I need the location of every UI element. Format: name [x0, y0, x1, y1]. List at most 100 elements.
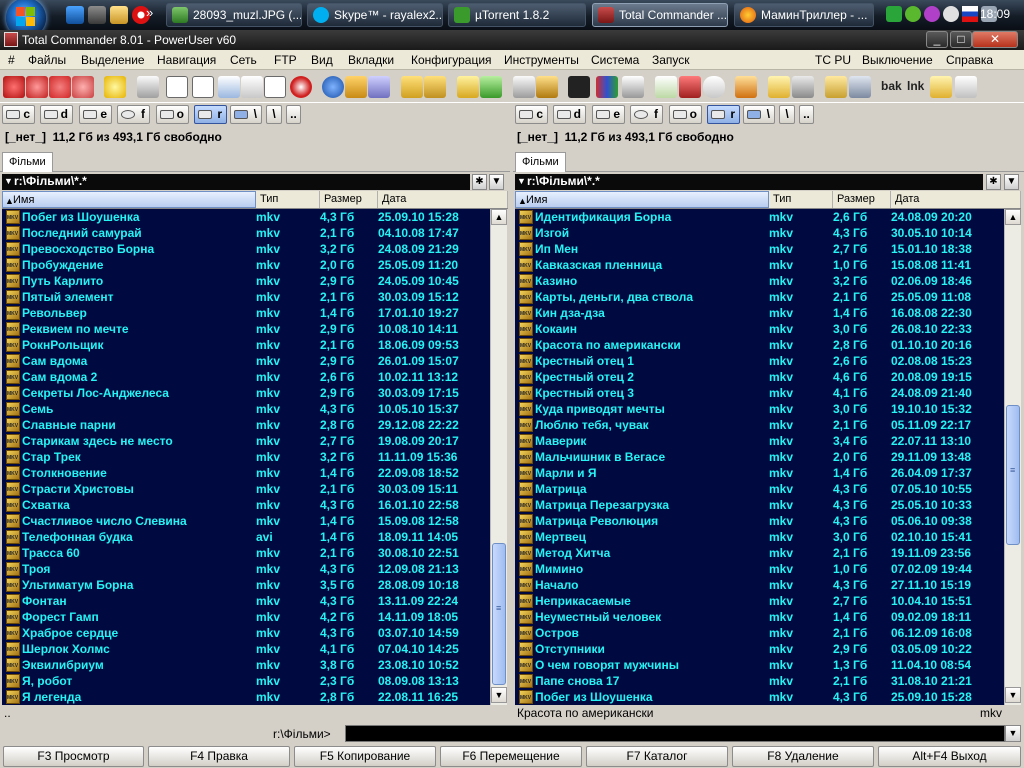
- file-row[interactable]: Трасса 60 mkv 2,1 Гб 30.08.10 22:51: [2, 545, 490, 561]
- tray-shield-icon[interactable]: [924, 6, 940, 22]
- file-row[interactable]: Ип Мен mkv 2,7 Гб 15.01.10 18:38: [515, 241, 1004, 257]
- file-row[interactable]: Я легенда mkv 2,8 Гб 22.08.11 16:25: [2, 689, 490, 705]
- menu-item-tabs[interactable]: Вкладки: [348, 53, 394, 67]
- drive-button-c[interactable]: c: [515, 105, 548, 124]
- drive-button-r[interactable]: r: [707, 105, 740, 124]
- file-row[interactable]: Путь Карлито mkv 2,9 Гб 24.05.09 10:45: [2, 273, 490, 289]
- file-row[interactable]: Люблю тебя, чувак mkv 2,1 Гб 05.11.09 22:17: [515, 417, 1004, 433]
- ftp-icon[interactable]: [49, 76, 71, 98]
- left-col-date[interactable]: Дата: [378, 191, 508, 208]
- left-scrollbar[interactable]: ▲ ≡ ▼: [490, 209, 507, 705]
- left-file-list[interactable]: Побег из Шоушенка mkv 4,3 Гб 25.09.10 15:28…: [2, 209, 490, 705]
- file-row[interactable]: Куда приводят мечты mkv 3,0 Гб 19.10.10 15:…: [515, 401, 1004, 417]
- file-row[interactable]: Реквием по мечте mkv 2,9 Гб 10.08.10 14:11: [2, 321, 490, 337]
- drive-button-r[interactable]: r: [194, 105, 227, 124]
- right-col-size[interactable]: Размер: [833, 191, 891, 208]
- recycle-icon[interactable]: [480, 76, 502, 98]
- network-icon[interactable]: [26, 76, 48, 98]
- backup-button[interactable]: bak: [881, 79, 902, 93]
- file-row[interactable]: Револьвер mkv 1,4 Гб 17.01.10 19:27: [2, 305, 490, 321]
- folder-icon[interactable]: [110, 6, 128, 24]
- total-commander-icon[interactable]: [4, 32, 18, 47]
- menu-item-shutdown[interactable]: Выключение: [862, 53, 933, 67]
- left-col-size[interactable]: Размер: [320, 191, 378, 208]
- left-path-bar[interactable]: ▼ r:\Фільми\*.*: [2, 174, 470, 190]
- file-row[interactable]: Сам вдома 2 mkv 2,6 Гб 10.02.11 13:12: [2, 369, 490, 385]
- file-row[interactable]: Ультиматум Борна mkv 3,5 Гб 28.08.09 10:18: [2, 577, 490, 593]
- tray-app-icon[interactable]: [886, 6, 902, 22]
- favorites-star-icon[interactable]: [104, 76, 126, 98]
- file-row[interactable]: Телефонная будка avi 1,4 Гб 18.09.11 14:05: [2, 529, 490, 545]
- right-col-name[interactable]: ▲ Имя: [515, 191, 769, 208]
- menu-item-network[interactable]: Сеть: [230, 53, 257, 67]
- add-file-icon[interactable]: [655, 76, 677, 98]
- drive-button-e[interactable]: e: [592, 105, 625, 124]
- file-row[interactable]: Мертвец mkv 3,0 Гб 02.10.10 15:41: [515, 529, 1004, 545]
- file-row[interactable]: Счастливое число Слевина mkv 1,4 Гб 15.09.0…: [2, 513, 490, 529]
- file-row[interactable]: Семь mkv 4,3 Гб 10.05.10 15:37: [2, 401, 490, 417]
- file-row[interactable]: Храброе сердце mkv 4,3 Гб 03.07.10 14:59: [2, 625, 490, 641]
- menu-item-selection[interactable]: Выделение: [81, 53, 145, 67]
- file-row[interactable]: Крестный отец 2 mkv 4,6 Гб 20.08.09 19:15: [515, 369, 1004, 385]
- file-row[interactable]: Идентификация Борна mkv 2,6 Гб 24.08.09 20:…: [515, 209, 1004, 225]
- file-row[interactable]: Кин дза-дза mkv 1,4 Гб 16.08.08 22:30: [515, 305, 1004, 321]
- brief-view-icon[interactable]: [137, 76, 159, 98]
- file-row[interactable]: Кокаин mkv 3,0 Гб 26.08.10 22:33: [515, 321, 1004, 337]
- left-tab-films[interactable]: Фільми: [2, 152, 53, 172]
- scroll-thumb[interactable]: ≡: [492, 543, 506, 685]
- menu-item-navigation[interactable]: Навигация: [157, 53, 216, 67]
- file-row[interactable]: Стар Трек mkv 3,2 Гб 11.11.09 15:36: [2, 449, 490, 465]
- tree-view-icon[interactable]: [218, 76, 240, 98]
- right-col-date[interactable]: Дата: [891, 191, 1021, 208]
- command-history-dropdown[interactable]: ▼: [1005, 725, 1021, 742]
- settings-icon[interactable]: [792, 76, 814, 98]
- scroll-up-button[interactable]: ▲: [1005, 209, 1021, 225]
- alt-f4-exit-button[interactable]: Alt+F4 Выход: [878, 746, 1021, 767]
- tray-check-icon[interactable]: [905, 6, 921, 22]
- file-row[interactable]: Кавказская пленница mkv 1,0 Гб 15.08.08 11:…: [515, 257, 1004, 273]
- right-history-button[interactable]: ▼: [1004, 174, 1019, 190]
- drive-button-f[interactable]: f: [630, 105, 663, 124]
- menu-item-launch[interactable]: Запуск: [652, 53, 690, 67]
- exe-filter-icon[interactable]: [241, 76, 263, 98]
- left-col-name[interactable]: ▲ Имя: [2, 191, 256, 208]
- root-button[interactable]: \: [779, 105, 795, 124]
- f8-delete-button[interactable]: F8 Удаление: [732, 746, 874, 767]
- unpack-icon[interactable]: [424, 76, 446, 98]
- parent-dir-button[interactable]: ..: [286, 105, 301, 124]
- file-row[interactable]: Марли и Я mkv 1,4 Гб 26.04.09 17:37: [515, 465, 1004, 481]
- connect-icon[interactable]: [72, 76, 94, 98]
- left-history-button[interactable]: ▼: [489, 174, 504, 190]
- file-row[interactable]: Изгой mkv 4,3 Гб 30.05.10 10:14: [515, 225, 1004, 241]
- thumbnails-view-icon[interactable]: [192, 76, 214, 98]
- tools-wand-icon[interactable]: [735, 76, 757, 98]
- cloud-icon[interactable]: [703, 76, 725, 98]
- left-col-type[interactable]: Тип: [256, 191, 320, 208]
- file-row[interactable]: Превосходство Борна mkv 3,2 Гб 24.08.09 21:…: [2, 241, 490, 257]
- notes-icon[interactable]: [955, 76, 977, 98]
- menu-item-files[interactable]: Файлы: [28, 53, 66, 67]
- plugins-icon[interactable]: [825, 76, 847, 98]
- file-row[interactable]: Последний самурай mkv 2,1 Гб 04.10.08 17:47: [2, 225, 490, 241]
- quick-launch-chevron-icon[interactable]: »: [146, 5, 153, 20]
- file-row[interactable]: Пробуждение mkv 2,0 Гб 25.05.09 11:20: [2, 257, 490, 273]
- maximize-button[interactable]: □: [950, 31, 972, 48]
- menu-item-tools[interactable]: Инструменты: [504, 53, 579, 67]
- tray-media-icon[interactable]: [943, 6, 959, 22]
- taskbar-button-image-viewer[interactable]: 28093_muzl.JPG (...: [166, 3, 302, 27]
- 7zip-sfx-icon[interactable]: [622, 76, 644, 98]
- right-drive-label[interactable]: [_нет_]: [517, 130, 558, 144]
- network-neighborhood-button[interactable]: \: [743, 105, 775, 124]
- drive-button-o[interactable]: o: [156, 105, 189, 124]
- f4-edit-button[interactable]: F4 Правка: [148, 746, 290, 767]
- file-row[interactable]: Неуместный человек mkv 1,4 Гб 09.02.09 18:1…: [515, 609, 1004, 625]
- menu-item-hash[interactable]: #: [8, 53, 15, 67]
- drives-icon[interactable]: [849, 76, 871, 98]
- taskbar-button-skype[interactable]: Skype™ - rayalex2...: [307, 3, 443, 27]
- file-row[interactable]: Мальчишник в Вегасе mkv 2,0 Гб 29.11.09 13:…: [515, 449, 1004, 465]
- file-row[interactable]: Карты, деньги, два ствола mkv 2,1 Гб 25.05.…: [515, 289, 1004, 305]
- right-col-type[interactable]: Тип: [769, 191, 833, 208]
- file-row[interactable]: Славные парни mkv 2,8 Гб 29.12.08 22:22: [2, 417, 490, 433]
- menu-item-view[interactable]: Вид: [311, 53, 333, 67]
- packer-icon[interactable]: [457, 76, 479, 98]
